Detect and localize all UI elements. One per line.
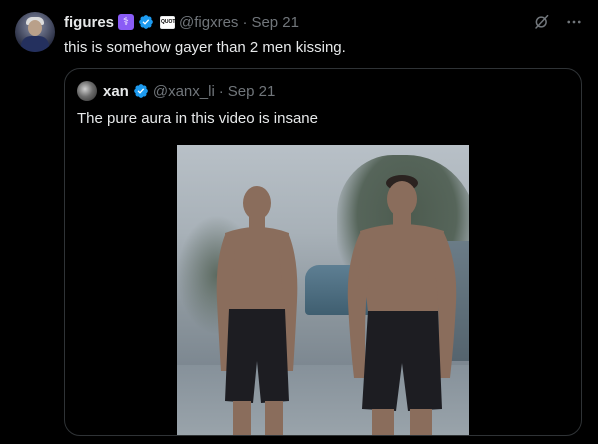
author-name[interactable]: figures (64, 14, 114, 31)
quoted-author-handle[interactable]: @xanx_li (153, 83, 215, 100)
grok-icon[interactable] (532, 12, 552, 32)
video-thumbnail[interactable] (177, 145, 469, 435)
verified-badge-icon (134, 84, 148, 98)
separator-dot: · (242, 13, 248, 31)
author-handle[interactable]: @figxres (179, 14, 238, 31)
avatar-shirt (21, 36, 49, 52)
tweet-date[interactable]: Sep 21 (251, 14, 299, 31)
more-icon[interactable] (564, 12, 584, 32)
tweet-header: figures ⚕ QUOTE @figxres · Sep 21 (64, 12, 299, 32)
person-left (216, 186, 298, 435)
quoted-tweet-date[interactable]: Sep 21 (228, 83, 276, 100)
quoted-tweet[interactable]: xan @xanx_li · Sep 21 The pure aura in t… (64, 68, 582, 436)
tweet[interactable]: figures ⚕ QUOTE @figxres · Sep 21 this i… (0, 0, 598, 444)
quoted-author-avatar[interactable] (77, 81, 97, 101)
affiliation-badge: QUOTE (160, 15, 179, 29)
person-right (347, 175, 457, 435)
medical-emoji-badge: ⚕ (118, 14, 135, 30)
author-avatar[interactable] (15, 12, 55, 52)
quoted-tweet-header: xan @xanx_li · Sep 21 (77, 81, 275, 101)
tweet-text: this is somehow gayer than 2 men kissing… (64, 39, 346, 56)
tweet-actions-top (532, 12, 584, 32)
separator-dot: · (218, 82, 224, 100)
avatar-face (28, 20, 42, 36)
quoted-tweet-text: The pure aura in this video is insane (77, 110, 318, 127)
quoted-author-name[interactable]: xan (103, 83, 129, 100)
verified-badge-icon (139, 15, 153, 29)
